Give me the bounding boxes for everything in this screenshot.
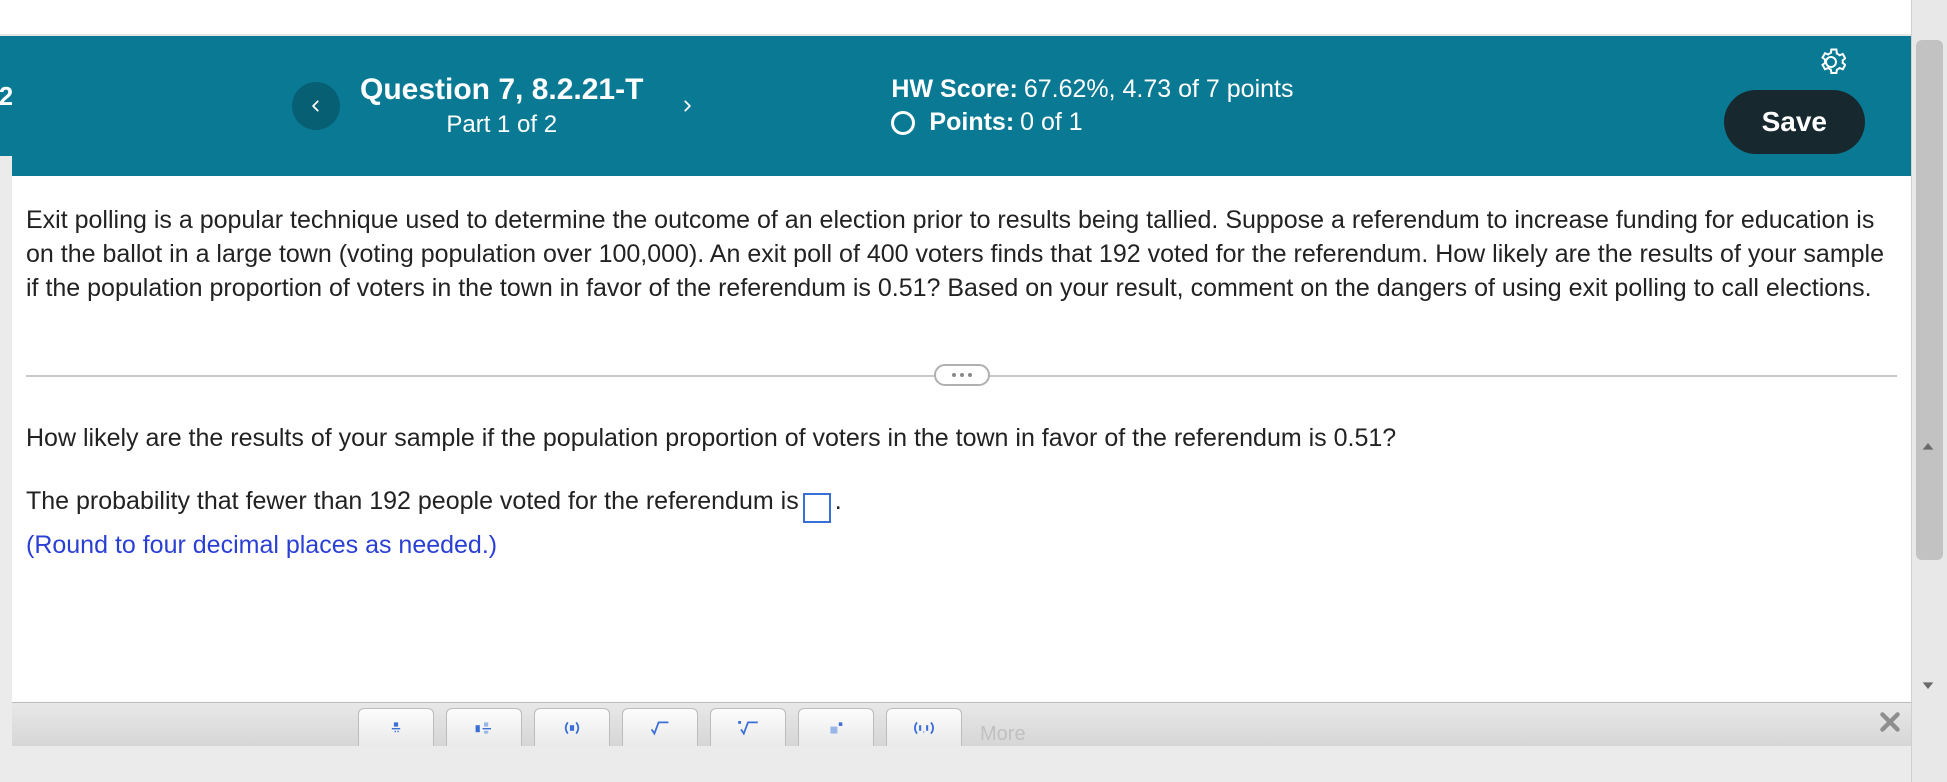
points-value: 0 of 1 bbox=[1020, 108, 1083, 137]
prev-question-button[interactable] bbox=[292, 82, 340, 130]
probability-input[interactable] bbox=[803, 493, 831, 523]
tool-button-2[interactable] bbox=[446, 708, 522, 746]
tool-button-4[interactable] bbox=[622, 708, 698, 746]
save-button[interactable]: Save bbox=[1724, 90, 1865, 154]
sqrt-icon bbox=[646, 718, 674, 738]
problem-statement: Exit polling is a popular technique used… bbox=[12, 176, 1911, 313]
page-root: 2 Question 7, 8.2.21-T Part 1 of 2 HW Sc… bbox=[0, 0, 1947, 782]
tool-button-1[interactable] bbox=[358, 708, 434, 746]
chevron-right-icon bbox=[680, 99, 694, 113]
svg-text:,: , bbox=[923, 724, 925, 734]
dot-icon bbox=[968, 373, 972, 377]
fraction-bar-icon bbox=[382, 718, 410, 738]
question-number: Question 7, 8.2.21-T bbox=[360, 73, 643, 107]
content-area: Exit polling is a popular technique used… bbox=[12, 176, 1911, 746]
nav-group: Question 7, 8.2.21-T Part 1 of 2 bbox=[292, 73, 711, 139]
triangle-up-icon bbox=[1920, 439, 1936, 455]
scroll-down-button[interactable] bbox=[1917, 674, 1939, 696]
score-group: HW Score: 67.62%, 4.73 of 7 points Point… bbox=[891, 71, 1293, 141]
tool-button-7[interactable]: , bbox=[886, 708, 962, 746]
nth-root-icon bbox=[734, 718, 762, 738]
triangle-down-icon bbox=[1920, 677, 1936, 693]
rounding-instruction: (Round to four decimal places as needed.… bbox=[26, 524, 1887, 567]
dot-icon bbox=[960, 373, 964, 377]
tool-button-3[interactable] bbox=[534, 708, 610, 746]
answer-prompt: How likely are the results of your sampl… bbox=[26, 417, 1887, 460]
tool-button-6[interactable] bbox=[798, 708, 874, 746]
interval-icon: , bbox=[910, 718, 938, 738]
exponent-icon bbox=[822, 718, 850, 738]
next-question-button[interactable] bbox=[663, 82, 711, 130]
hw-score-label: HW Score: bbox=[891, 75, 1017, 104]
points-line: Points: 0 of 1 bbox=[891, 108, 1293, 137]
top-white-strip bbox=[0, 0, 1911, 36]
dot-icon bbox=[952, 373, 956, 377]
points-status-icon bbox=[891, 111, 915, 135]
mixed-number-icon bbox=[470, 718, 498, 738]
chevron-left-icon bbox=[309, 99, 323, 113]
header-right-controls: Save bbox=[1724, 42, 1865, 154]
points-label: Points: bbox=[929, 108, 1014, 137]
scroll-up-button[interactable] bbox=[1917, 436, 1939, 458]
question-title-block: Question 7, 8.2.21-T Part 1 of 2 bbox=[360, 73, 643, 139]
question-header: Question 7, 8.2.21-T Part 1 of 2 HW Scor… bbox=[12, 36, 1911, 176]
scrollbar-thumb[interactable] bbox=[1916, 40, 1943, 560]
question-part: Part 1 of 2 bbox=[360, 111, 643, 139]
hw-score-line: HW Score: 67.62%, 4.73 of 7 points bbox=[891, 75, 1293, 104]
answer-text-after: . bbox=[835, 480, 842, 523]
answer-text-before: The probability that fewer than 192 peop… bbox=[26, 480, 799, 523]
close-toolbar-button[interactable] bbox=[1877, 709, 1903, 740]
more-tools-label[interactable]: More bbox=[968, 723, 1026, 746]
expand-collapse-button[interactable] bbox=[934, 364, 990, 386]
close-icon bbox=[1877, 709, 1903, 735]
toolbar: , More bbox=[12, 702, 1911, 746]
left-sliver: 2 bbox=[0, 36, 12, 156]
gear-icon bbox=[1816, 47, 1846, 77]
answer-area: How likely are the results of your sampl… bbox=[12, 417, 1911, 567]
hw-score-value: 67.62%, 4.73 of 7 points bbox=[1024, 75, 1294, 104]
page-scrollbar[interactable] bbox=[1911, 0, 1947, 782]
section-divider bbox=[26, 363, 1897, 387]
tool-button-5[interactable] bbox=[710, 708, 786, 746]
parentheses-icon bbox=[558, 718, 586, 738]
settings-button[interactable] bbox=[1811, 42, 1851, 82]
answer-sentence: The probability that fewer than 192 peop… bbox=[26, 480, 1887, 523]
